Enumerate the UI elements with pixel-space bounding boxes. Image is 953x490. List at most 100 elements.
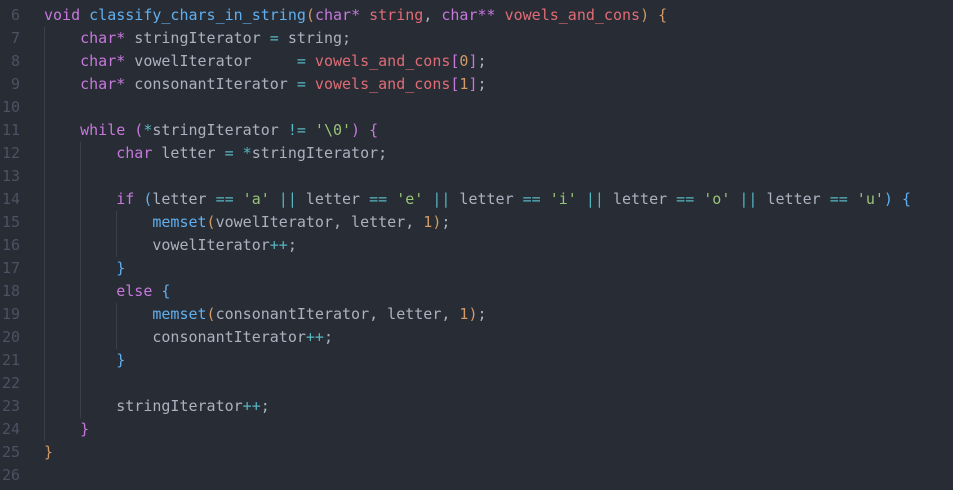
code-line[interactable]: 21} (0, 349, 953, 372)
code-token: while (80, 121, 126, 139)
code-token: stringIterator (251, 144, 379, 162)
code-token: string (287, 29, 343, 47)
code-token: ; (260, 397, 270, 415)
code-token: stringIterator (116, 397, 243, 415)
code-token: = (224, 144, 234, 162)
code-token: * (116, 29, 126, 47)
code-line[interactable]: 14 if (letter == 'a' || letter == 'e' || … (0, 188, 953, 211)
line-number: 24 (1, 420, 20, 438)
code-text: else { (116, 280, 170, 303)
code-token: letter (387, 305, 442, 323)
code-line[interactable]: 23 stringIterator++; (0, 395, 953, 418)
code-token: ; (441, 213, 451, 231)
code-token: letter (351, 213, 406, 231)
code-token: ) (640, 6, 650, 24)
code-token: ++ (269, 236, 288, 254)
code-text: consonantIterator++; (152, 326, 333, 349)
code-line[interactable]: 7 char* stringIterator = string; (0, 27, 953, 50)
line-number: 23 (1, 397, 20, 415)
line-number: 7 (10, 29, 20, 47)
code-token: { (658, 6, 668, 24)
code-token: { (369, 121, 379, 139)
code-token: if (116, 190, 135, 208)
code-token: vowels_and_cons (314, 75, 451, 93)
code-token: ) (432, 213, 442, 231)
code-line[interactable]: 26 (0, 464, 953, 487)
code-token: * (143, 121, 153, 139)
code-token: != (287, 121, 306, 139)
code-token: vowels_and_cons (314, 52, 451, 70)
code-token: { (901, 190, 911, 208)
code-line[interactable]: 20 consonantIterator++; (0, 326, 953, 349)
code-token: * (116, 52, 126, 70)
code-token: 'e' (396, 190, 424, 208)
code-token: vowelIterator (215, 213, 333, 231)
code-token: else (116, 282, 153, 300)
code-text: if (letter == 'a' || letter == 'e' || le… (116, 188, 911, 211)
code-line[interactable]: 12 char letter = *stringIterator; (0, 142, 953, 165)
code-line[interactable]: 6 void classify_chars_in_string(char* str… (0, 4, 953, 27)
code-text: stringIterator++; (116, 395, 270, 418)
code-token: * (116, 75, 126, 93)
code-token: consonantIterator (152, 328, 306, 346)
code-token: == (522, 190, 541, 208)
code-token: void (44, 6, 81, 24)
code-token: || (278, 190, 297, 208)
code-line[interactable]: 9 char* consonantIterator = vowels_and_co… (0, 73, 953, 96)
code-token: == (369, 190, 388, 208)
code-editor[interactable]: 6 void classify_chars_in_string(char* str… (0, 0, 953, 490)
code-line[interactable]: 24} (0, 418, 953, 441)
code-text: memset(vowelIterator, letter, 1); (152, 211, 450, 234)
code-line[interactable]: 22 (0, 372, 953, 395)
code-token: char (441, 6, 478, 24)
code-token: ; (323, 328, 333, 346)
code-token: char (80, 29, 117, 47)
code-token: consonantIterator (134, 75, 288, 93)
code-line[interactable]: 19 memset(consonantIterator, letter, 1); (0, 303, 953, 326)
code-token: letter (161, 144, 216, 162)
code-line[interactable]: 10 (0, 96, 953, 119)
code-token: = (296, 52, 306, 70)
code-line[interactable]: 11 while (*stringIterator != '\0') { (0, 119, 953, 142)
code-token: || (585, 190, 604, 208)
code-text: while (*stringIterator != '\0') { (80, 119, 378, 142)
code-line[interactable]: 25} (0, 441, 953, 464)
code-token: 'a' (242, 190, 270, 208)
code-token: , (423, 6, 442, 24)
code-token: == (215, 190, 234, 208)
code-token: char (80, 52, 117, 70)
code-token: ** (477, 6, 496, 24)
code-token: ( (206, 305, 216, 323)
code-line[interactable]: 16 vowelIterator++; (0, 234, 953, 257)
code-text: } (44, 441, 53, 464)
code-token: , (332, 213, 352, 231)
code-line[interactable]: 18 else { (0, 280, 953, 303)
code-token: = (296, 75, 306, 93)
code-line[interactable]: 8 char* vowelIterator = vowels_and_cons[0… (0, 50, 953, 73)
line-number: 16 (1, 236, 20, 254)
line-number: 21 (1, 351, 20, 369)
code-token: ; (477, 52, 487, 70)
code-line[interactable]: 13 (0, 165, 953, 188)
code-text: memset(consonantIterator, letter, 1); (152, 303, 486, 326)
code-token: char (116, 144, 153, 162)
code-token: = (269, 29, 279, 47)
code-line[interactable]: 17} (0, 257, 953, 280)
code-line[interactable]: 15 memset(vowelIterator, letter, 1); (0, 211, 953, 234)
